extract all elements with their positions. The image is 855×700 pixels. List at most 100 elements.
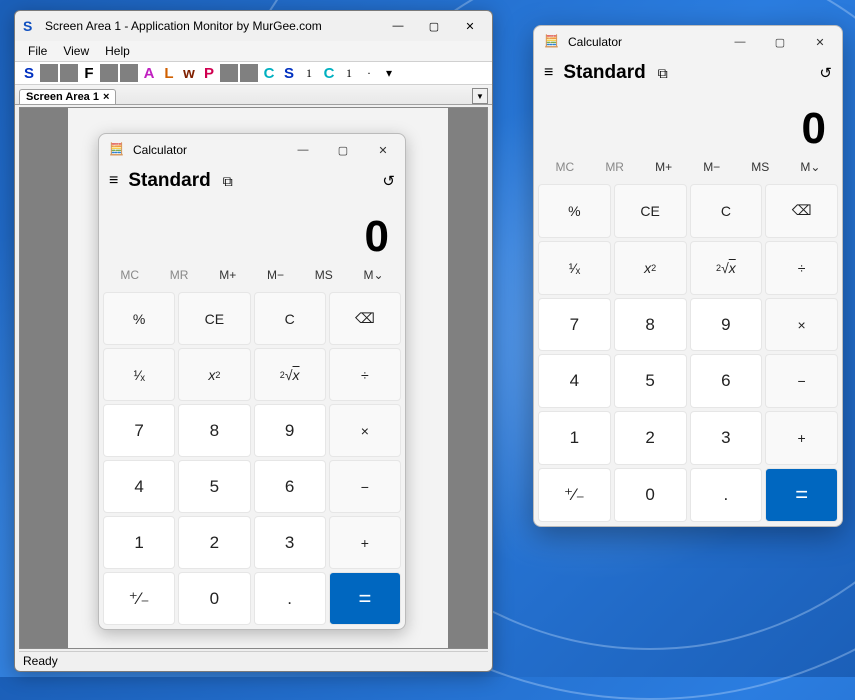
key-two[interactable]: 2	[178, 516, 250, 569]
key-four[interactable]: 4	[538, 354, 611, 408]
key-decimal[interactable]: .	[690, 468, 763, 522]
close-button[interactable]: ✕	[452, 13, 488, 39]
calc-minimize-button[interactable]: —	[720, 28, 760, 56]
key-backspace[interactable]: ⌫	[329, 292, 401, 345]
mem-ms[interactable]: MS	[315, 268, 333, 282]
key-reciprocal[interactable]: ¹⁄ₓ	[538, 241, 611, 295]
mem-m+[interactable]: M+	[655, 160, 672, 174]
toolbar-item-11[interactable]	[240, 64, 258, 82]
mem-m⌄[interactable]: M⌄	[364, 268, 384, 282]
key-sqrt[interactable]: 2√x	[254, 348, 326, 401]
hamburger-icon[interactable]: ≡	[544, 64, 553, 82]
toolbar-item-5[interactable]	[120, 64, 138, 82]
toolbar-item-14[interactable]: 1	[300, 64, 318, 82]
history-icon[interactable]: ↺	[819, 64, 832, 82]
key-eight[interactable]: 8	[614, 298, 687, 352]
key-seven[interactable]: 7	[103, 404, 175, 457]
calc-close-button[interactable]: ✕	[800, 28, 840, 56]
key-nine[interactable]: 9	[254, 404, 326, 457]
key-sqrt[interactable]: 2√x	[690, 241, 763, 295]
mem-m+[interactable]: M+	[219, 268, 236, 282]
key-five[interactable]: 5	[614, 354, 687, 408]
key-add[interactable]: +	[329, 516, 401, 569]
toolbar-item-18[interactable]: ▾	[380, 64, 398, 82]
key-seven[interactable]: 7	[538, 298, 611, 352]
toolbar-item-8[interactable]: w	[180, 64, 198, 82]
toolbar-item-9[interactable]: P	[200, 64, 218, 82]
key-percent[interactable]: %	[538, 184, 611, 238]
key-clear-entry[interactable]: CE	[178, 292, 250, 345]
mem-m⌄[interactable]: M⌄	[800, 160, 820, 174]
calc-titlebar[interactable]: 🧮 Calculator — ▢ ✕	[534, 26, 842, 58]
calc-titlebar[interactable]: 🧮 Calculator — ▢ ✕	[99, 134, 405, 166]
calc-maximize-button[interactable]: ▢	[760, 28, 800, 56]
toolbar-item-15[interactable]: C	[320, 64, 338, 82]
key-clear-entry[interactable]: CE	[614, 184, 687, 238]
toolbar-item-3[interactable]: F	[80, 64, 98, 82]
key-clear[interactable]: C	[254, 292, 326, 345]
key-negate[interactable]: ⁺⁄₋	[538, 468, 611, 522]
key-equals[interactable]: =	[329, 572, 401, 625]
key-one[interactable]: 1	[538, 411, 611, 465]
keep-on-top-icon[interactable]: ⧉	[223, 173, 233, 190]
toolbar-item-6[interactable]: A	[140, 64, 158, 82]
toolbar-item-16[interactable]: 1	[340, 64, 358, 82]
key-three[interactable]: 3	[690, 411, 763, 465]
toolbar-item-17[interactable]: ·	[360, 64, 378, 82]
mem-mr: MR	[170, 268, 189, 282]
tab-screen-area-1[interactable]: Screen Area 1 ×	[19, 89, 116, 104]
key-square[interactable]: x2	[614, 241, 687, 295]
minimize-button[interactable]: —	[380, 13, 416, 39]
key-subtract[interactable]: −	[765, 354, 838, 408]
key-square[interactable]: x2	[178, 348, 250, 401]
toolbar-item-7[interactable]: L	[160, 64, 178, 82]
mem-ms[interactable]: MS	[751, 160, 769, 174]
key-five[interactable]: 5	[178, 460, 250, 513]
key-three[interactable]: 3	[254, 516, 326, 569]
menu-view[interactable]: View	[56, 43, 96, 59]
key-multiply[interactable]: ×	[329, 404, 401, 457]
key-subtract[interactable]: −	[329, 460, 401, 513]
toolbar-item-12[interactable]: C	[260, 64, 278, 82]
toolbar-item-4[interactable]	[100, 64, 118, 82]
tab-close-icon[interactable]: ×	[103, 91, 109, 103]
key-two[interactable]: 2	[614, 411, 687, 465]
maximize-button[interactable]: ▢	[416, 13, 452, 39]
hamburger-icon[interactable]: ≡	[109, 172, 118, 190]
key-clear[interactable]: C	[690, 184, 763, 238]
toolbar-item-0[interactable]: S	[20, 64, 38, 82]
key-one[interactable]: 1	[103, 516, 175, 569]
key-zero[interactable]: 0	[178, 572, 250, 625]
tab-dropdown-button[interactable]: ▼	[472, 88, 488, 104]
toolbar-item-1[interactable]	[40, 64, 58, 82]
toolbar-item-2[interactable]	[60, 64, 78, 82]
key-divide[interactable]: ÷	[765, 241, 838, 295]
key-multiply[interactable]: ×	[765, 298, 838, 352]
mem-m−[interactable]: M−	[703, 160, 720, 174]
mem-m−[interactable]: M−	[267, 268, 284, 282]
key-six[interactable]: 6	[254, 460, 326, 513]
keep-on-top-icon[interactable]: ⧉	[658, 65, 668, 82]
key-backspace[interactable]: ⌫	[765, 184, 838, 238]
key-reciprocal[interactable]: ¹⁄ₓ	[103, 348, 175, 401]
key-percent[interactable]: %	[103, 292, 175, 345]
key-equals[interactable]: =	[765, 468, 838, 522]
toolbar-item-10[interactable]	[220, 64, 238, 82]
key-six[interactable]: 6	[690, 354, 763, 408]
key-decimal[interactable]: .	[254, 572, 326, 625]
calc-minimize-button[interactable]: —	[283, 136, 323, 164]
history-icon[interactable]: ↺	[382, 172, 395, 190]
calc-close-button[interactable]: ✕	[363, 136, 403, 164]
calc-maximize-button[interactable]: ▢	[323, 136, 363, 164]
menu-help[interactable]: Help	[98, 43, 137, 59]
key-divide[interactable]: ÷	[329, 348, 401, 401]
toolbar-item-13[interactable]: S	[280, 64, 298, 82]
menu-file[interactable]: File	[21, 43, 54, 59]
app-monitor-titlebar[interactable]: S Screen Area 1 - Application Monitor by…	[15, 11, 492, 41]
key-zero[interactable]: 0	[614, 468, 687, 522]
key-negate[interactable]: ⁺⁄₋	[103, 572, 175, 625]
key-four[interactable]: 4	[103, 460, 175, 513]
key-eight[interactable]: 8	[178, 404, 250, 457]
key-nine[interactable]: 9	[690, 298, 763, 352]
key-add[interactable]: +	[765, 411, 838, 465]
